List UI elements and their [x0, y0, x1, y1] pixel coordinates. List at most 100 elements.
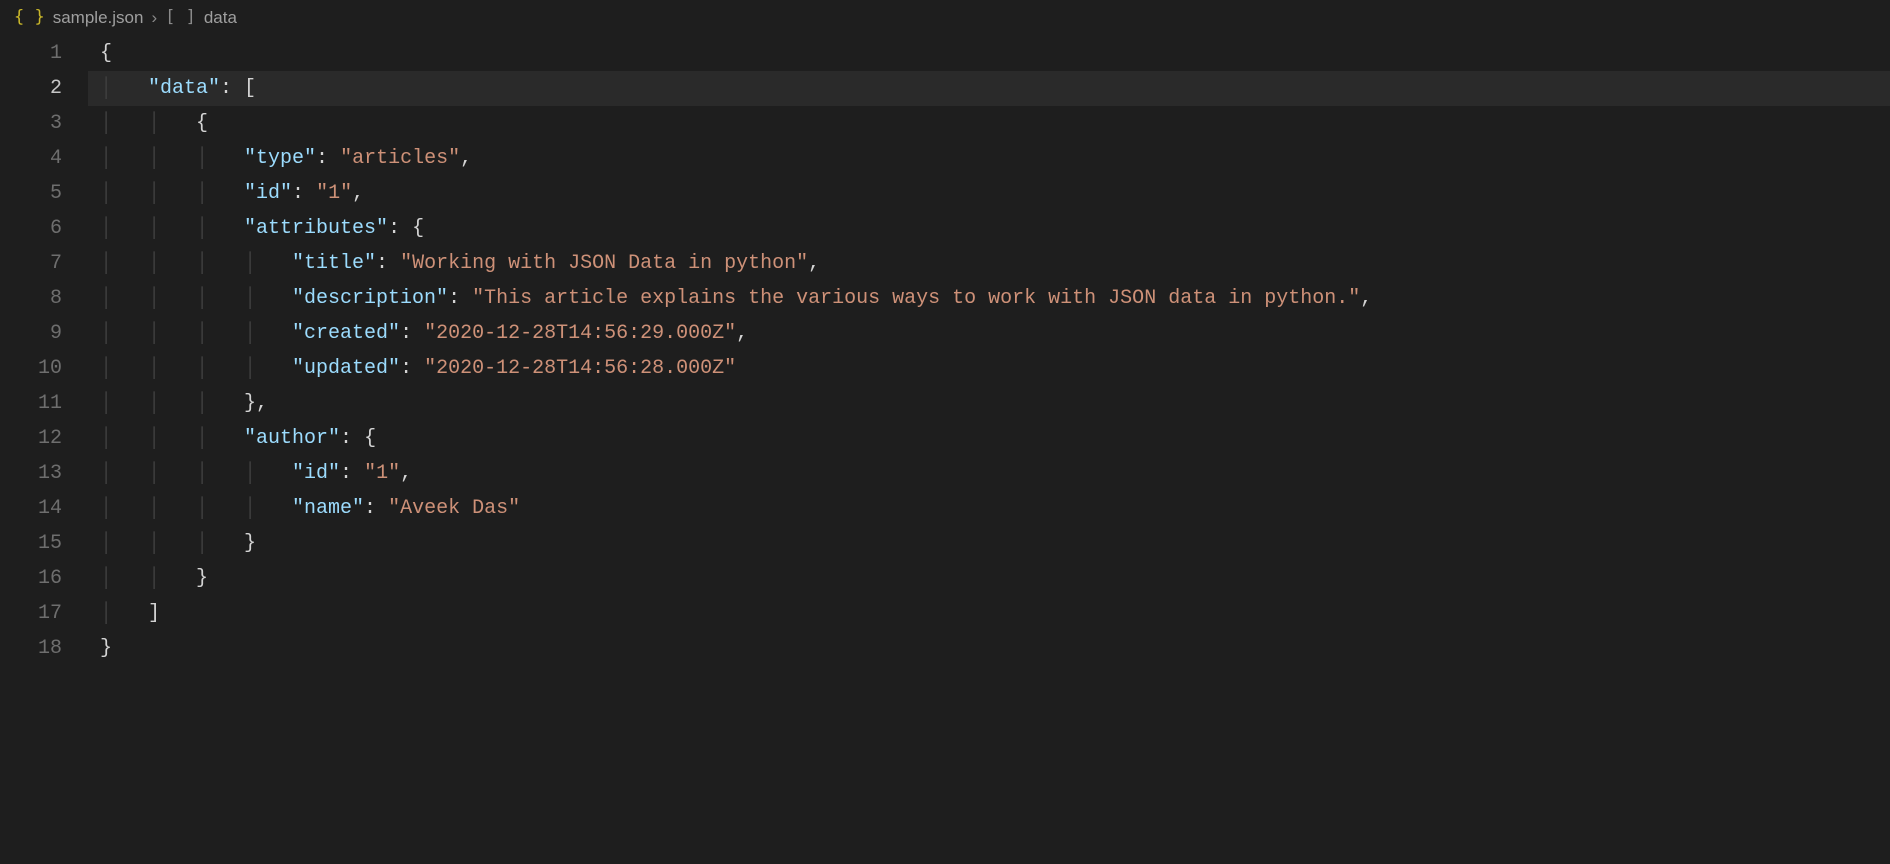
line-number[interactable]: 3 — [0, 106, 62, 141]
code-line[interactable]: │ │ │ │ "updated": "2020-12-28T14:56:28.… — [88, 351, 1890, 386]
code-line[interactable]: │ ] — [88, 596, 1890, 631]
code-token: { — [364, 427, 376, 450]
code-token: : — [376, 252, 400, 275]
line-number-gutter[interactable]: 123456789101112131415161718 — [0, 36, 88, 864]
code-token: "data" — [148, 77, 220, 100]
code-token: , — [1360, 287, 1372, 310]
line-number[interactable]: 4 — [0, 141, 62, 176]
indent-guide: │ │ │ │ — [100, 497, 292, 520]
code-token: : — [340, 462, 364, 485]
code-token: : — [400, 357, 424, 380]
code-line[interactable]: │ │ │ │ "created": "2020-12-28T14:56:29.… — [88, 316, 1890, 351]
code-line[interactable]: │ │ │ } — [88, 526, 1890, 561]
chevron-right-icon: › — [151, 3, 157, 33]
indent-guide: │ — [100, 602, 148, 625]
code-token: : — [400, 322, 424, 345]
code-line[interactable]: │ │ │ "type": "articles", — [88, 141, 1890, 176]
line-number[interactable]: 6 — [0, 211, 62, 246]
code-token: , — [400, 462, 412, 485]
line-number[interactable]: 7 — [0, 246, 62, 281]
line-number[interactable]: 12 — [0, 421, 62, 456]
code-token: { — [196, 112, 208, 135]
indent-guide: │ │ │ │ — [100, 462, 292, 485]
code-token: { — [412, 217, 424, 240]
line-number[interactable]: 9 — [0, 316, 62, 351]
indent-guide: │ — [100, 77, 148, 100]
line-number[interactable]: 14 — [0, 491, 62, 526]
indent-guide: │ │ — [100, 112, 196, 135]
breadcrumb: { } sample.json › [ ] data — [0, 0, 1890, 36]
code-line[interactable]: } — [88, 631, 1890, 666]
code-token: : — [388, 217, 412, 240]
code-token: "created" — [292, 322, 400, 345]
line-number[interactable]: 10 — [0, 351, 62, 386]
code-line[interactable]: { — [88, 36, 1890, 71]
code-token: , — [460, 147, 472, 170]
breadcrumb-symbol[interactable]: data — [204, 3, 237, 33]
indent-guide: │ │ │ — [100, 532, 244, 555]
indent-guide: │ │ │ — [100, 427, 244, 450]
code-line[interactable]: │ │ │ "attributes": { — [88, 211, 1890, 246]
json-array-icon: [ ] — [165, 3, 196, 33]
code-token: "updated" — [292, 357, 400, 380]
line-number[interactable]: 1 — [0, 36, 62, 71]
code-token: "This article explains the various ways … — [472, 287, 1360, 310]
code-token: "id" — [244, 182, 292, 205]
code-token: , — [736, 322, 748, 345]
line-number[interactable]: 11 — [0, 386, 62, 421]
code-token: "2020-12-28T14:56:28.000Z" — [424, 357, 736, 380]
code-token: , — [352, 182, 364, 205]
code-token: } — [244, 392, 256, 415]
line-number[interactable]: 17 — [0, 596, 62, 631]
code-token: "id" — [292, 462, 340, 485]
code-token: "author" — [244, 427, 340, 450]
indent-guide: │ │ │ │ — [100, 357, 292, 380]
code-line[interactable]: │ │ │ │ "id": "1", — [88, 456, 1890, 491]
code-line[interactable]: │ │ │ │ "description": "This article exp… — [88, 281, 1890, 316]
code-line[interactable]: │ │ } — [88, 561, 1890, 596]
code-line[interactable]: │ │ │ │ "name": "Aveek Das" — [88, 491, 1890, 526]
code-area[interactable]: {│ "data": [│ │ {│ │ │ "type": "articles… — [88, 36, 1890, 864]
code-token: : — [364, 497, 388, 520]
line-number[interactable]: 13 — [0, 456, 62, 491]
line-number[interactable]: 18 — [0, 631, 62, 666]
code-token: } — [244, 532, 256, 555]
code-line[interactable]: │ │ │ "id": "1", — [88, 176, 1890, 211]
code-line[interactable]: │ │ │ │ "title": "Working with JSON Data… — [88, 246, 1890, 281]
code-token: "title" — [292, 252, 376, 275]
indent-guide: │ │ │ │ — [100, 322, 292, 345]
code-line[interactable]: │ │ │ "author": { — [88, 421, 1890, 456]
line-number[interactable]: 8 — [0, 281, 62, 316]
line-number[interactable]: 16 — [0, 561, 62, 596]
indent-guide: │ │ │ — [100, 147, 244, 170]
code-token: "Working with JSON Data in python" — [400, 252, 808, 275]
code-token: "Aveek Das" — [388, 497, 520, 520]
code-token: "1" — [364, 462, 400, 485]
code-token: } — [196, 567, 208, 590]
code-token: } — [100, 637, 112, 660]
code-token: : — [340, 427, 364, 450]
indent-guide: │ │ │ — [100, 392, 244, 415]
code-token: "1" — [316, 182, 352, 205]
code-line[interactable]: │ │ { — [88, 106, 1890, 141]
code-line[interactable]: │ │ │ }, — [88, 386, 1890, 421]
code-token: : — [292, 182, 316, 205]
code-line[interactable]: │ "data": [ — [88, 71, 1890, 106]
indent-guide: │ │ │ │ — [100, 287, 292, 310]
code-token: "name" — [292, 497, 364, 520]
breadcrumb-file[interactable]: sample.json — [53, 3, 144, 33]
code-token: "2020-12-28T14:56:29.000Z" — [424, 322, 736, 345]
code-token: "attributes" — [244, 217, 388, 240]
code-token: : — [316, 147, 340, 170]
line-number[interactable]: 5 — [0, 176, 62, 211]
indent-guide: │ │ │ — [100, 217, 244, 240]
code-token: , — [256, 392, 268, 415]
code-token: ] — [148, 602, 160, 625]
indent-guide: │ │ — [100, 567, 196, 590]
editor[interactable]: 123456789101112131415161718 {│ "data": [… — [0, 36, 1890, 864]
code-token: { — [100, 42, 112, 65]
code-token: , — [808, 252, 820, 275]
code-token: "type" — [244, 147, 316, 170]
line-number[interactable]: 15 — [0, 526, 62, 561]
line-number[interactable]: 2 — [0, 71, 62, 106]
